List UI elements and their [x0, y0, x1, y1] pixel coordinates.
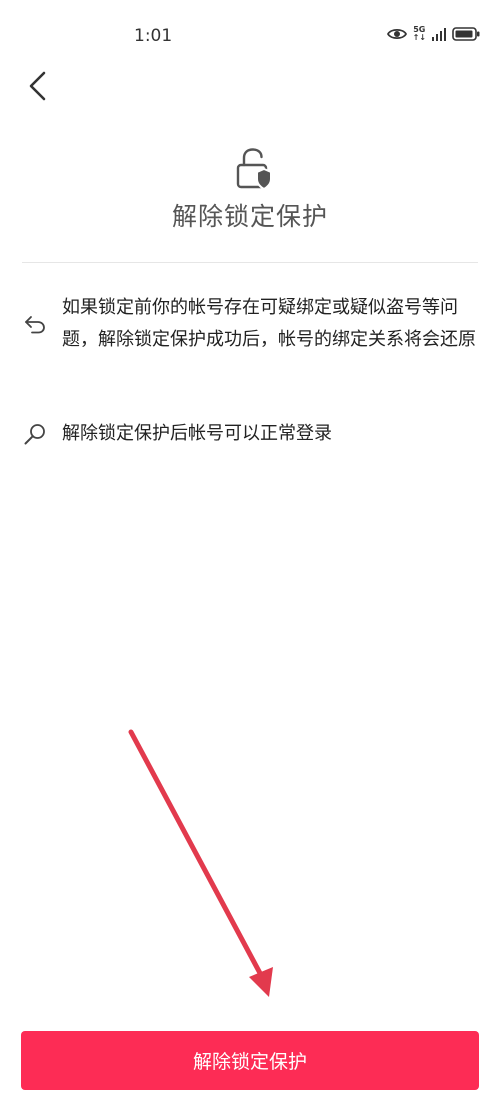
data-direction-label: ↑↓: [412, 33, 426, 42]
signal-label: 5G ↑↓: [413, 26, 426, 42]
divider: [22, 262, 478, 263]
info-item-normal-login: 解除锁定保护后帐号可以正常登录: [22, 418, 482, 450]
eye-icon: [386, 28, 407, 40]
signal-bars-icon: [432, 28, 446, 41]
info-text: 解除锁定保护后帐号可以正常登录: [62, 423, 332, 444]
status-icons: 5G ↑↓: [386, 26, 480, 42]
chevron-left-icon: [29, 71, 46, 101]
page-title: 解除锁定保护: [171, 202, 328, 231]
undo-arrow-icon: [22, 311, 48, 337]
unlock-protection-button[interactable]: 解除锁定保护: [21, 1031, 479, 1090]
status-bar: 1:01 5G ↑↓: [0, 0, 500, 70]
back-button[interactable]: [18, 66, 58, 106]
lock-shield-icon: [236, 148, 272, 191]
battery-icon: [452, 27, 480, 41]
info-item-restore-bindings: 如果锁定前你的帐号存在可疑绑定或疑似盗号等问题，解除锁定保护成功后，帐号的绑定关…: [22, 292, 482, 356]
status-time: 1:01: [134, 26, 173, 46]
search-key-icon: [22, 421, 48, 447]
info-text: 如果锁定前你的帐号存在可疑绑定或疑似盗号等问题，解除锁定保护成功后，帐号的绑定关…: [62, 297, 476, 350]
